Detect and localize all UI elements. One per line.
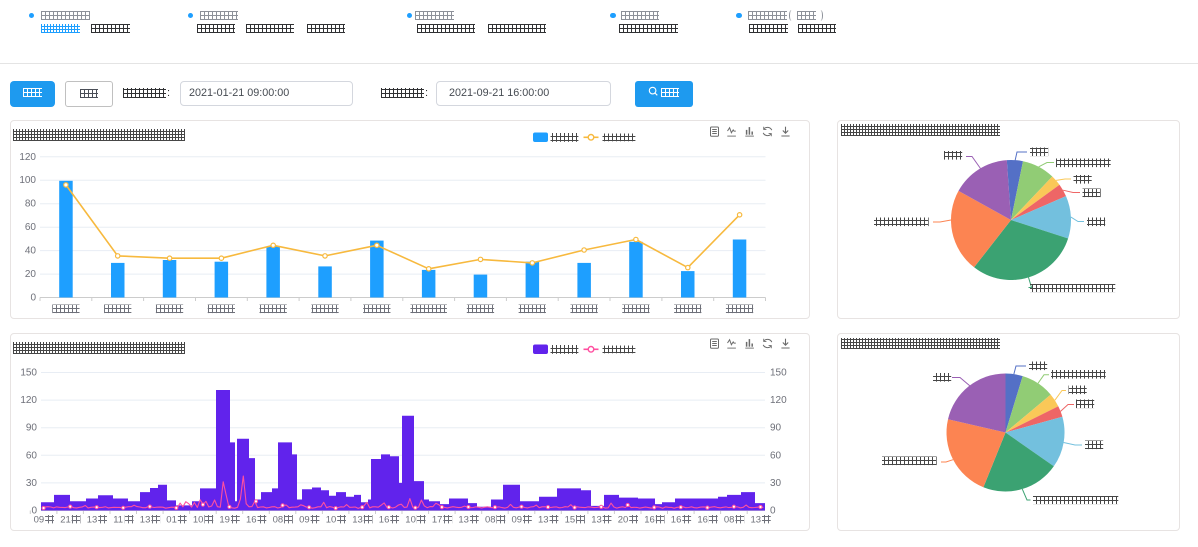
svg-text:120: 120 [20, 395, 37, 406]
svg-text:60: 60 [770, 450, 782, 461]
svg-text:13: 13 [538, 515, 549, 526]
svg-text:30: 30 [26, 478, 38, 489]
svg-text:13: 13 [140, 515, 151, 526]
svg-text:09: 09 [512, 515, 523, 526]
svg-text:16: 16 [671, 515, 682, 526]
svg-text:09: 09 [34, 515, 45, 526]
svg-text:80: 80 [25, 199, 37, 210]
svg-text:90: 90 [770, 423, 782, 434]
svg-text:16: 16 [644, 515, 655, 526]
svg-text:150: 150 [770, 368, 787, 379]
svg-text:16: 16 [379, 515, 390, 526]
svg-text:21: 21 [60, 515, 71, 526]
svg-text:60: 60 [26, 450, 38, 461]
svg-text:100: 100 [19, 175, 36, 186]
svg-text:150: 150 [20, 368, 37, 379]
svg-text:13: 13 [458, 515, 469, 526]
svg-text:15: 15 [565, 515, 576, 526]
svg-text:08: 08 [485, 515, 496, 526]
svg-text:19: 19 [219, 515, 230, 526]
svg-text:10: 10 [326, 515, 337, 526]
svg-text:16: 16 [246, 515, 257, 526]
svg-text:10: 10 [405, 515, 416, 526]
svg-text:20: 20 [25, 269, 37, 280]
svg-text:10: 10 [193, 515, 204, 526]
svg-text:120: 120 [19, 152, 36, 163]
svg-text:60: 60 [25, 222, 37, 233]
svg-text:40: 40 [25, 246, 37, 257]
svg-text:13: 13 [87, 515, 98, 526]
svg-text:17: 17 [432, 515, 443, 526]
svg-text:30: 30 [770, 478, 782, 489]
svg-text:08: 08 [724, 515, 735, 526]
svg-text:08: 08 [273, 515, 284, 526]
svg-text:13: 13 [751, 515, 762, 526]
svg-text:11: 11 [113, 515, 123, 526]
svg-text:90: 90 [26, 423, 38, 434]
svg-text:01: 01 [166, 515, 177, 526]
svg-text:120: 120 [770, 395, 787, 406]
svg-text:0: 0 [770, 506, 776, 517]
svg-text:13: 13 [591, 515, 602, 526]
svg-text:13: 13 [352, 515, 363, 526]
svg-text:16: 16 [697, 515, 708, 526]
svg-text:20: 20 [618, 515, 629, 526]
svg-text:0: 0 [30, 293, 36, 304]
svg-text:09: 09 [299, 515, 310, 526]
